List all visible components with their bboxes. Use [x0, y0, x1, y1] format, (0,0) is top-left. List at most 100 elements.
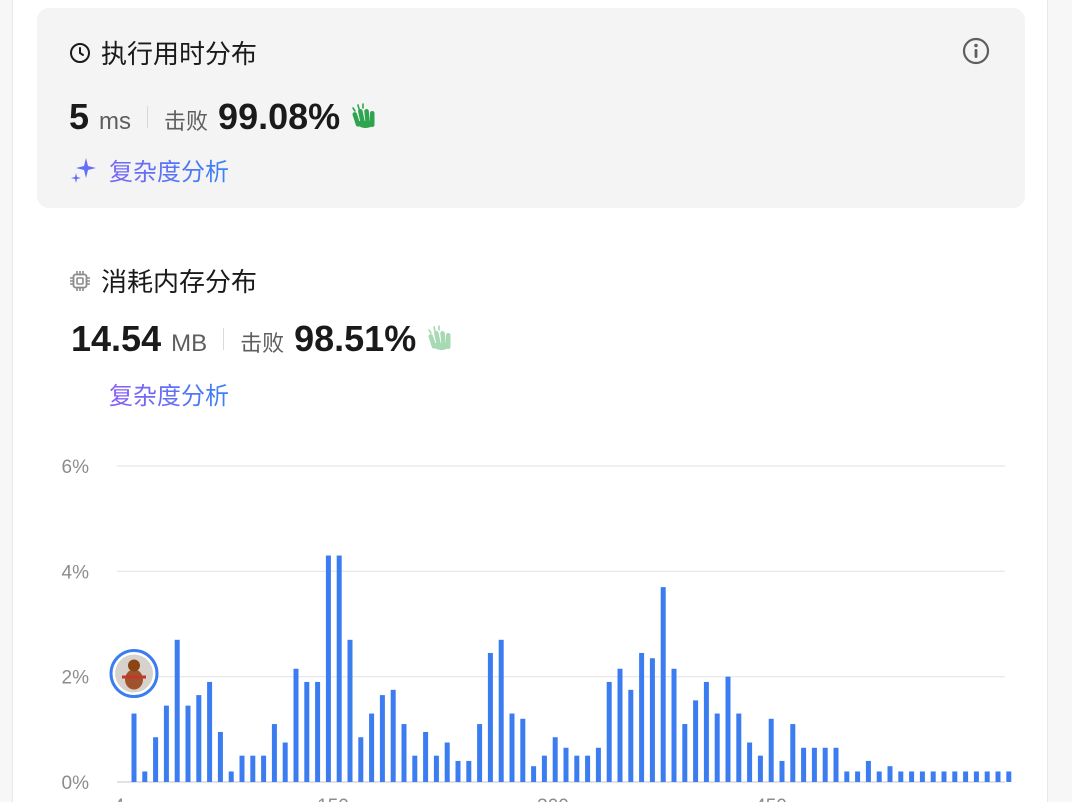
distribution-bar[interactable]: [444, 742, 450, 783]
distribution-bar[interactable]: [887, 766, 893, 782]
distribution-bar[interactable]: [304, 681, 310, 782]
distribution-bar[interactable]: [185, 705, 191, 782]
distribution-bar[interactable]: [952, 771, 958, 782]
distribution-bar[interactable]: [682, 724, 688, 782]
distribution-bar[interactable]: [336, 555, 342, 782]
x-tick-label: 450: [755, 796, 787, 802]
clock-icon: [67, 40, 93, 66]
distribution-bar[interactable]: [315, 681, 321, 782]
memory-distribution-chart[interactable]: 0% 2% 4% 6% 4 150 300 450: [13, 440, 1047, 802]
distribution-bar[interactable]: [412, 755, 418, 782]
distribution-bar[interactable]: [628, 689, 634, 782]
distribution-bar[interactable]: [477, 724, 483, 782]
distribution-bar[interactable]: [282, 742, 288, 783]
runtime-complexity-analysis-link[interactable]: 复杂度分析: [69, 152, 229, 187]
distribution-bar[interactable]: [865, 760, 871, 782]
user-avatar-marker[interactable]: [109, 649, 159, 699]
distribution-bar[interactable]: [693, 700, 699, 782]
distribution-bar[interactable]: [520, 718, 526, 782]
distribution-bar[interactable]: [941, 771, 947, 782]
distribution-bar[interactable]: [217, 731, 223, 782]
distribution-bar[interactable]: [563, 747, 569, 782]
distribution-bar[interactable]: [271, 724, 277, 782]
distribution-bar[interactable]: [131, 713, 137, 782]
distribution-bar[interactable]: [552, 737, 558, 782]
distribution-bar[interactable]: [466, 760, 472, 782]
distribution-bar[interactable]: [779, 760, 785, 782]
memory-value: 14.54: [71, 318, 162, 359]
distribution-bar[interactable]: [811, 747, 817, 782]
distribution-bar[interactable]: [574, 755, 580, 782]
memory-complexity-analysis-link[interactable]: 复杂度分析: [109, 376, 229, 411]
distribution-bar[interactable]: [142, 771, 148, 782]
distribution-bar[interactable]: [433, 755, 439, 782]
distribution-bar[interactable]: [174, 639, 180, 782]
distribution-bar[interactable]: [617, 668, 623, 782]
distribution-bar[interactable]: [855, 771, 861, 782]
distribution-bar[interactable]: [703, 681, 709, 782]
distribution-bar[interactable]: [595, 747, 601, 782]
distribution-bar[interactable]: [369, 713, 375, 782]
distribution-bar[interactable]: [747, 742, 753, 783]
distribution-bar[interactable]: [898, 771, 904, 782]
info-icon[interactable]: [961, 36, 991, 66]
distribution-bar[interactable]: [358, 737, 364, 782]
distribution-bar[interactable]: [606, 681, 612, 782]
distribution-bar[interactable]: [196, 695, 202, 782]
distribution-bar[interactable]: [487, 652, 493, 782]
distribution-bar[interactable]: [239, 755, 245, 782]
distribution-bar[interactable]: [714, 713, 720, 782]
distribution-bar[interactable]: [822, 747, 828, 782]
distribution-bar[interactable]: [639, 652, 645, 782]
distribution-bar[interactable]: [876, 771, 882, 782]
distribution-bar[interactable]: [423, 731, 429, 782]
distribution-bar[interactable]: [757, 755, 763, 782]
distribution-bar[interactable]: [153, 737, 159, 782]
x-tick-label: 4: [114, 796, 125, 802]
distribution-bar[interactable]: [207, 681, 213, 782]
distribution-bar[interactable]: [347, 639, 353, 782]
y-tick-label: 2%: [62, 668, 90, 689]
distribution-bar[interactable]: [671, 668, 677, 782]
distribution-bar[interactable]: [973, 771, 979, 782]
clap-icon: [424, 323, 456, 355]
distribution-bar[interactable]: [228, 771, 234, 782]
runtime-card[interactable]: 执行用时分布 5 ms 击败 99.08% 复杂度分析: [37, 8, 1025, 208]
distribution-bar[interactable]: [768, 718, 774, 782]
distribution-bar[interactable]: [790, 724, 796, 782]
distribution-bar[interactable]: [401, 724, 407, 782]
runtime-analysis-label: 复杂度分析: [109, 159, 229, 186]
distribution-bar[interactable]: [930, 771, 936, 782]
distribution-bar[interactable]: [498, 639, 504, 782]
memory-analysis-label: 复杂度分析: [109, 383, 229, 410]
submission-detail-panel: 执行用时分布 5 ms 击败 99.08% 复杂度分析 消耗内存分布 14.54…: [12, 0, 1048, 802]
distribution-bar[interactable]: [725, 676, 731, 782]
distribution-bar[interactable]: [1006, 771, 1012, 782]
distribution-bar[interactable]: [455, 760, 461, 782]
distribution-bar[interactable]: [390, 689, 396, 782]
distribution-bar[interactable]: [833, 747, 839, 782]
distribution-bar[interactable]: [660, 587, 666, 782]
distribution-bar[interactable]: [736, 713, 742, 782]
distribution-bar[interactable]: [909, 771, 915, 782]
distribution-bar[interactable]: [293, 668, 299, 782]
distribution-bar[interactable]: [325, 555, 331, 782]
distribution-bar[interactable]: [649, 658, 655, 782]
distribution-bar[interactable]: [541, 755, 547, 782]
distribution-bar[interactable]: [963, 771, 969, 782]
distribution-bar[interactable]: [919, 771, 925, 782]
distribution-bar[interactable]: [509, 713, 515, 782]
distribution-bar[interactable]: [801, 747, 807, 782]
distribution-bar[interactable]: [250, 755, 256, 782]
distribution-bar[interactable]: [984, 771, 990, 782]
distribution-bar[interactable]: [585, 755, 591, 782]
y-tick-label: 6%: [62, 457, 90, 478]
x-tick-label: 150: [317, 796, 349, 802]
distribution-bar[interactable]: [379, 695, 385, 782]
distribution-bar[interactable]: [531, 766, 537, 782]
distribution-bar[interactable]: [261, 755, 267, 782]
distribution-bar[interactable]: [995, 771, 1001, 782]
stat-divider: [223, 328, 225, 350]
distribution-bar[interactable]: [163, 705, 169, 782]
distribution-bar[interactable]: [844, 771, 850, 782]
